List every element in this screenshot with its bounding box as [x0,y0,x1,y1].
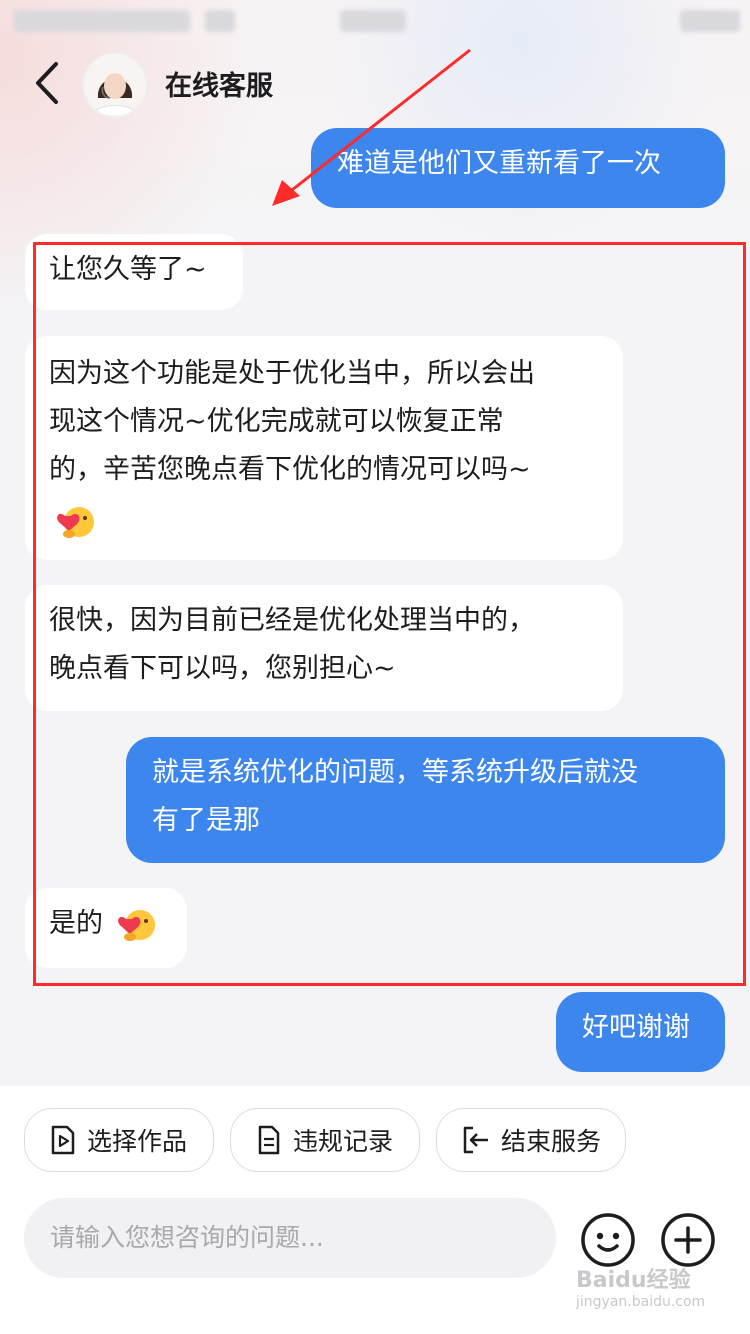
status-bar-blur [14,10,190,32]
video-file-icon [51,1125,75,1155]
message-bubble-user: 好吧谢谢 [556,992,725,1072]
message-text: 让您久等了~ [49,254,207,285]
smiley-icon [581,1213,635,1267]
message-bubble-agent: 是的 [25,888,187,968]
page-title: 在线客服 [165,71,273,102]
message-bubble-agent: 因为这个功能是处于优化当中，所以会出 现这个情况~优化完成就可以恢复正常 的，辛… [25,336,623,560]
message-line: 就是系统优化的问题，等系统升级后就没 [152,757,638,788]
chat-header: 在线客服 [0,48,750,120]
message-bubble-agent: 让您久等了~ [25,234,243,310]
message-input[interactable]: 请输入您想咨询的问题... [24,1198,556,1278]
watermark-url: jingyan.baidu.com [576,1294,706,1310]
message-line: 有了是那 [152,805,260,836]
chip-label: 结束服务 [501,1127,602,1156]
watermark-logo: Baidu经验 [576,1268,691,1293]
input-placeholder: 请输入您想咨询的问题... [50,1223,324,1252]
message-text: 难道是他们又重新看了一次 [337,148,661,179]
status-bar-blur [205,10,235,32]
message-line: 晚点看下可以吗，您别担心~ [49,653,396,684]
exit-icon [463,1126,488,1154]
message-line: 因为这个功能是处于优化当中，所以会出 [49,358,535,389]
chip-label: 违规记录 [293,1127,394,1156]
chevron-left-icon [36,62,58,104]
hug-heart-emoji-icon [57,506,94,538]
message-line: 现这个情况~优化完成就可以恢复正常 [49,406,504,437]
message-bubble-agent: 很快，因为目前已经是优化处理当中的， 晚点看下可以吗，您别担心~ [25,585,623,711]
message-bubble-user: 难道是他们又重新看了一次 [311,128,725,208]
message-text: 是的 [49,908,103,939]
watermark: Baidu经验 jingyan.baidu.com [576,1262,726,1322]
end-service-button[interactable]: 结束服务 [436,1108,626,1172]
select-work-button[interactable]: 选择作品 [24,1108,214,1172]
status-bar-blur [340,10,406,32]
document-icon [258,1125,280,1155]
message-line: 很快，因为目前已经是优化处理当中的， [49,605,535,636]
back-button[interactable] [30,60,70,106]
plus-icon [661,1213,715,1267]
message-text: 好吧谢谢 [582,1012,690,1043]
emoji-button[interactable] [580,1212,636,1268]
status-bar-blur [680,10,740,32]
message-bubble-user: 就是系统优化的问题，等系统升级后就没 有了是那 [126,737,725,863]
violation-record-button[interactable]: 违规记录 [230,1108,420,1172]
hug-heart-emoji-icon [117,909,155,941]
message-line: 的，辛苦您晚点看下优化的情况可以吗~ [49,454,531,485]
add-button[interactable] [660,1212,716,1268]
chip-label: 选择作品 [87,1127,188,1156]
agent-avatar[interactable] [82,52,148,118]
